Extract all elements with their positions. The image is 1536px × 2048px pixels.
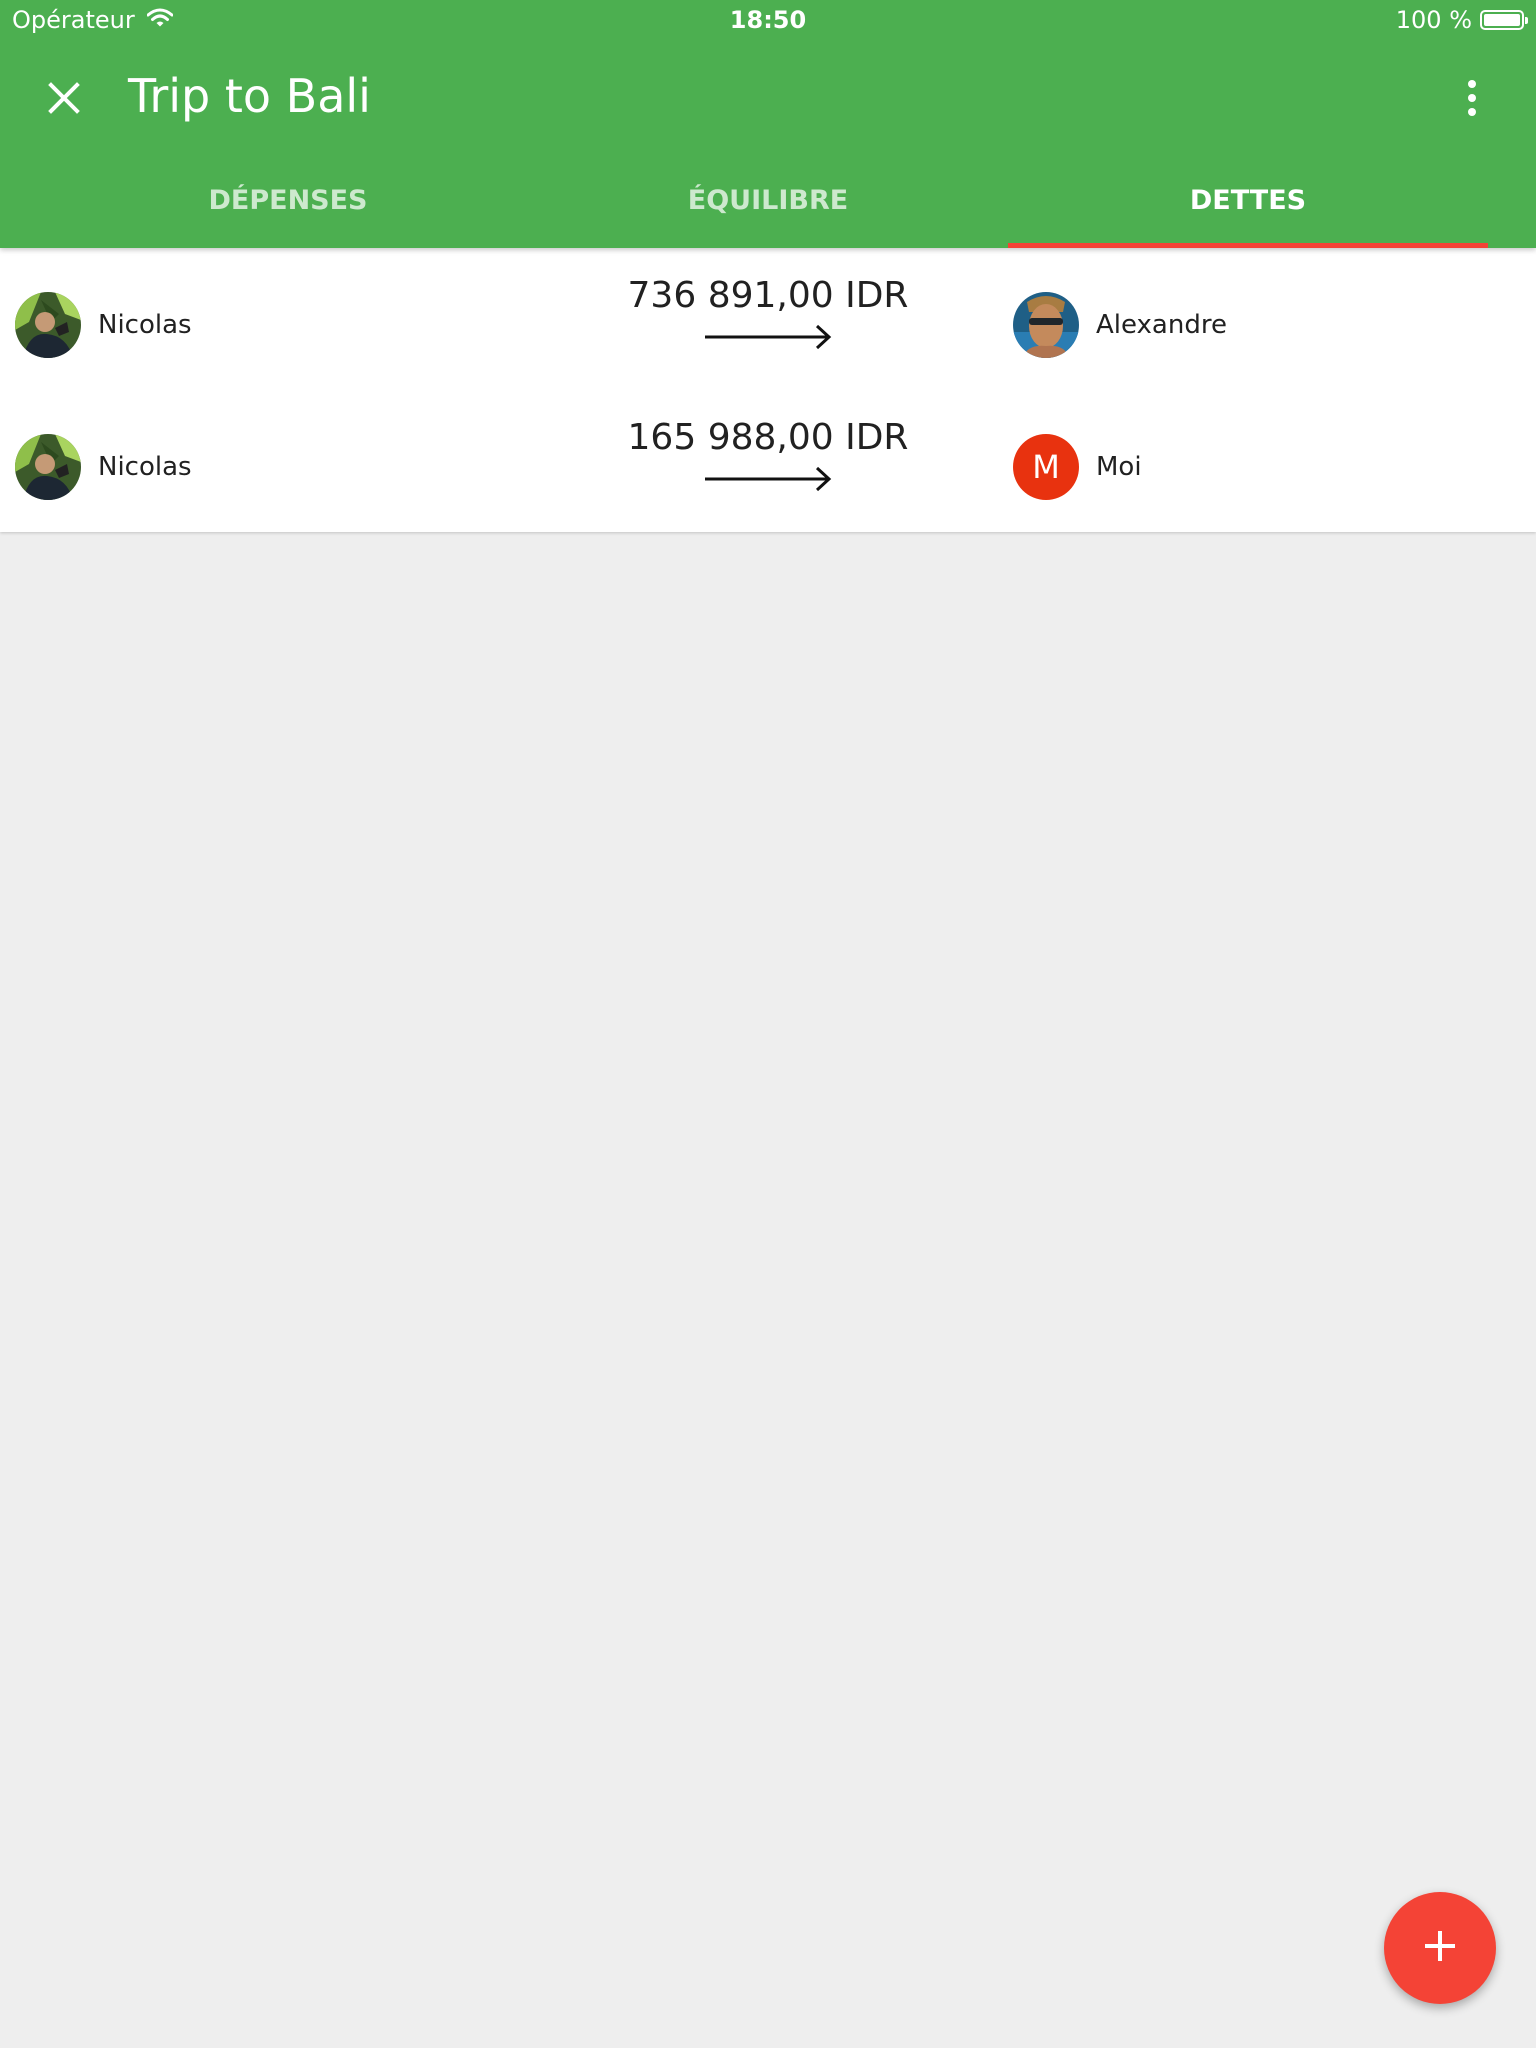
creditor-name: Alexandre [1096, 310, 1227, 340]
page-title: Trip to Bali [128, 69, 371, 123]
close-button[interactable] [28, 64, 100, 136]
debt-row[interactable]: Nicolas 165 988,00 IDR M Moi [0, 390, 1536, 532]
debtor-name: Nicolas [98, 310, 192, 340]
close-icon [48, 82, 80, 118]
debt-row[interactable]: Nicolas 736 891,00 IDR Alexandre [0, 248, 1536, 390]
app-bar: Opérateur 18:50 100 % Trip to Bali DÉPEN… [0, 0, 1536, 248]
arrow-right-icon [568, 322, 968, 352]
debts-list: Nicolas 736 891,00 IDR Alexandre Nicolas… [0, 248, 1536, 532]
more-vert-icon [1466, 80, 1478, 120]
debt-amount-block: 165 988,00 IDR [568, 416, 968, 494]
toolbar: Trip to Bali [0, 40, 1536, 152]
debtor-name: Nicolas [98, 452, 192, 482]
avatar-moi: M [1013, 434, 1079, 500]
tab-bar: DÉPENSES ÉQUILIBRE DETTES [0, 152, 1536, 248]
debt-amount-block: 736 891,00 IDR [568, 274, 968, 352]
debt-amount: 736 891,00 IDR [627, 275, 909, 316]
status-bar: Opérateur 18:50 100 % [0, 0, 1536, 40]
tab-depenses[interactable]: DÉPENSES [48, 152, 528, 248]
battery-icon [1480, 10, 1528, 30]
tab-equilibre[interactable]: ÉQUILIBRE [528, 152, 1008, 248]
tab-indicator [1008, 243, 1488, 248]
avatar-nicolas [15, 292, 81, 358]
debtor: Nicolas [15, 434, 192, 500]
creditor: M Moi [1013, 434, 1142, 500]
avatar-alexandre [1013, 292, 1079, 358]
status-time: 18:50 [729, 6, 807, 34]
debt-amount: 165 988,00 IDR [627, 417, 909, 458]
tab-dettes[interactable]: DETTES [1008, 152, 1488, 248]
add-icon [1423, 1929, 1457, 1967]
arrow-right-icon [568, 464, 968, 494]
add-expense-button[interactable] [1384, 1892, 1496, 2004]
battery-fill [1484, 14, 1520, 26]
creditor: Alexandre [1013, 292, 1227, 358]
battery-label: 100 % [1395, 6, 1472, 34]
creditor-name: Moi [1096, 452, 1142, 482]
status-right: 100 % [1395, 6, 1528, 34]
avatar-nicolas [15, 434, 81, 500]
debtor: Nicolas [15, 292, 192, 358]
more-options-button[interactable] [1436, 64, 1508, 136]
